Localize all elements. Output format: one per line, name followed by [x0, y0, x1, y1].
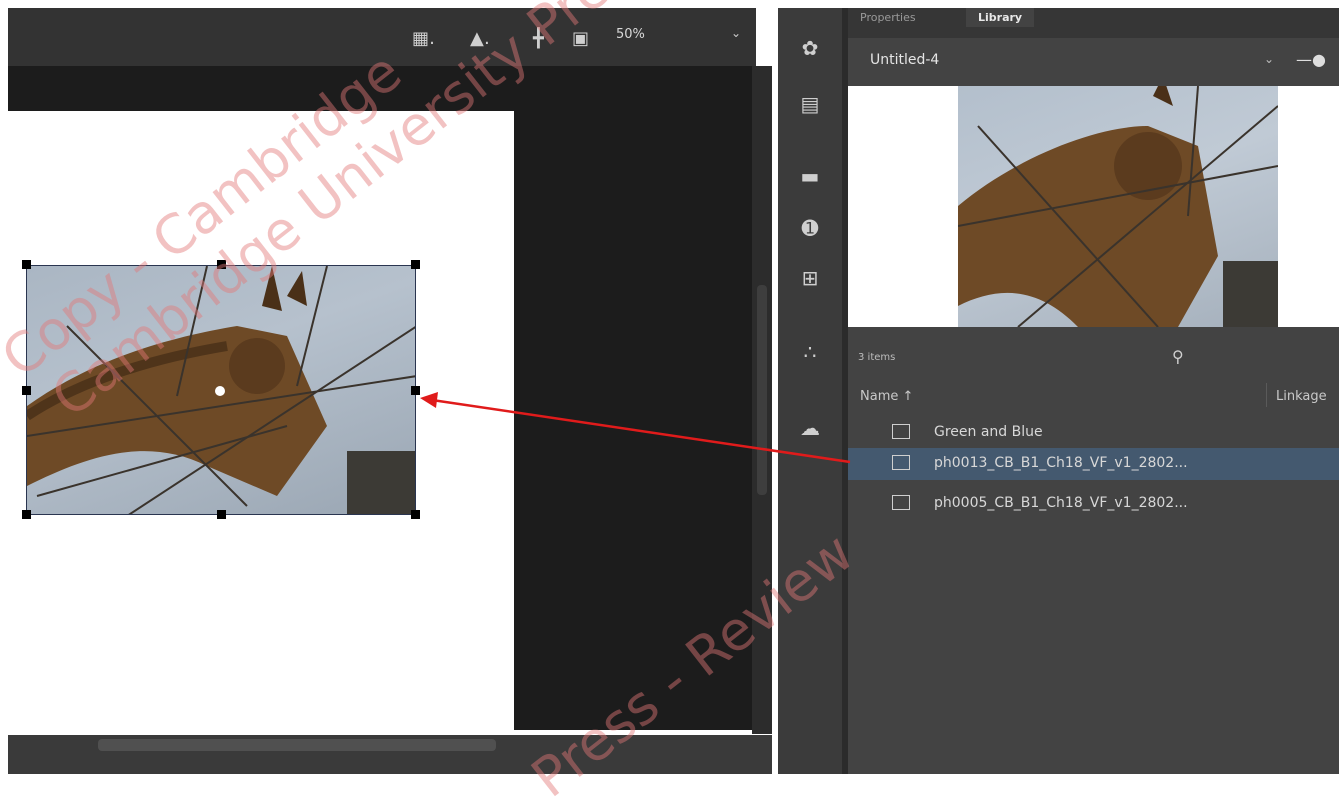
horizontal-scroll-thumb[interactable]	[98, 739, 496, 751]
transform-icon[interactable]: ⊞	[778, 266, 842, 290]
giraffe-preview	[958, 86, 1278, 327]
tab-properties[interactable]: Properties	[860, 11, 916, 24]
list-item-label: Green and Blue	[934, 424, 1043, 440]
list-item[interactable]: ph0005_CB_B1_Ch18_VF_v1_2802...	[848, 488, 1339, 520]
vertical-scroll-thumb[interactable]	[757, 285, 767, 495]
image-icon	[892, 455, 910, 470]
panel-tab-bar	[848, 8, 1339, 38]
scatter-icon[interactable]: ∴	[778, 340, 842, 364]
tab-library[interactable]: Library	[966, 8, 1035, 27]
color-swatch-icon	[892, 424, 910, 439]
zoom-level[interactable]: 50%	[616, 27, 645, 42]
clone-stamp-icon[interactable]: ✿	[778, 36, 842, 60]
list-item-label: ph0013_CB_B1_Ch18_VF_v1_2802...	[934, 455, 1188, 471]
list-item[interactable]: Green and Blue	[848, 417, 1339, 449]
column-header-linkage[interactable]: Linkage	[1276, 389, 1327, 404]
image-icon	[892, 495, 910, 510]
resize-handle-top-right[interactable]	[411, 260, 420, 269]
items-count: 3 items	[858, 352, 896, 363]
resize-handle-bottom-right[interactable]	[411, 510, 420, 519]
chevron-down-icon[interactable]: ⌄	[1264, 52, 1274, 66]
resize-handle-left[interactable]	[22, 386, 31, 395]
fill-bucket-icon[interactable]: ▲․	[470, 30, 490, 48]
frame-icon[interactable]: ▣	[572, 30, 589, 48]
pin-icon[interactable]: —●	[1296, 50, 1326, 69]
status-bar	[8, 755, 772, 774]
panel-icon-column: ✿ ▤ ▬ ➊ ⊞ ∴ ☁	[778, 8, 842, 774]
reference-point[interactable]	[215, 386, 225, 396]
chevron-down-icon[interactable]: ⌄	[731, 26, 741, 40]
column-header-name[interactable]: Name ↑	[860, 389, 913, 404]
resize-handle-top-left[interactable]	[22, 260, 31, 269]
creative-cloud-icon[interactable]: ☁	[778, 416, 842, 440]
align-icon[interactable]: ╋	[533, 30, 544, 48]
search-icon[interactable]: ⚲	[1172, 347, 1184, 366]
resize-handle-top[interactable]	[217, 260, 226, 269]
list-item-label: ph0005_CB_B1_Ch18_VF_v1_2802...	[934, 495, 1188, 511]
info-icon[interactable]: ➊	[778, 216, 842, 240]
preview-image	[958, 86, 1278, 327]
resize-handle-right[interactable]	[411, 386, 420, 395]
sort-icon: ↑	[902, 389, 914, 404]
document-select[interactable]: Untitled-4	[870, 52, 939, 68]
resize-handle-bottom-left[interactable]	[22, 510, 31, 519]
list-item-selected[interactable]: ph0013_CB_B1_Ch18_VF_v1_2802...	[848, 448, 1339, 480]
resize-handle-bottom[interactable]	[217, 510, 226, 519]
layer-comp-icon[interactable]: ▦․	[412, 30, 435, 48]
column-divider[interactable]	[1266, 383, 1267, 407]
column-name-label: Name	[860, 389, 899, 404]
adjust-icon[interactable]: ▬	[778, 164, 842, 188]
layers-icon[interactable]: ▤	[778, 92, 842, 116]
